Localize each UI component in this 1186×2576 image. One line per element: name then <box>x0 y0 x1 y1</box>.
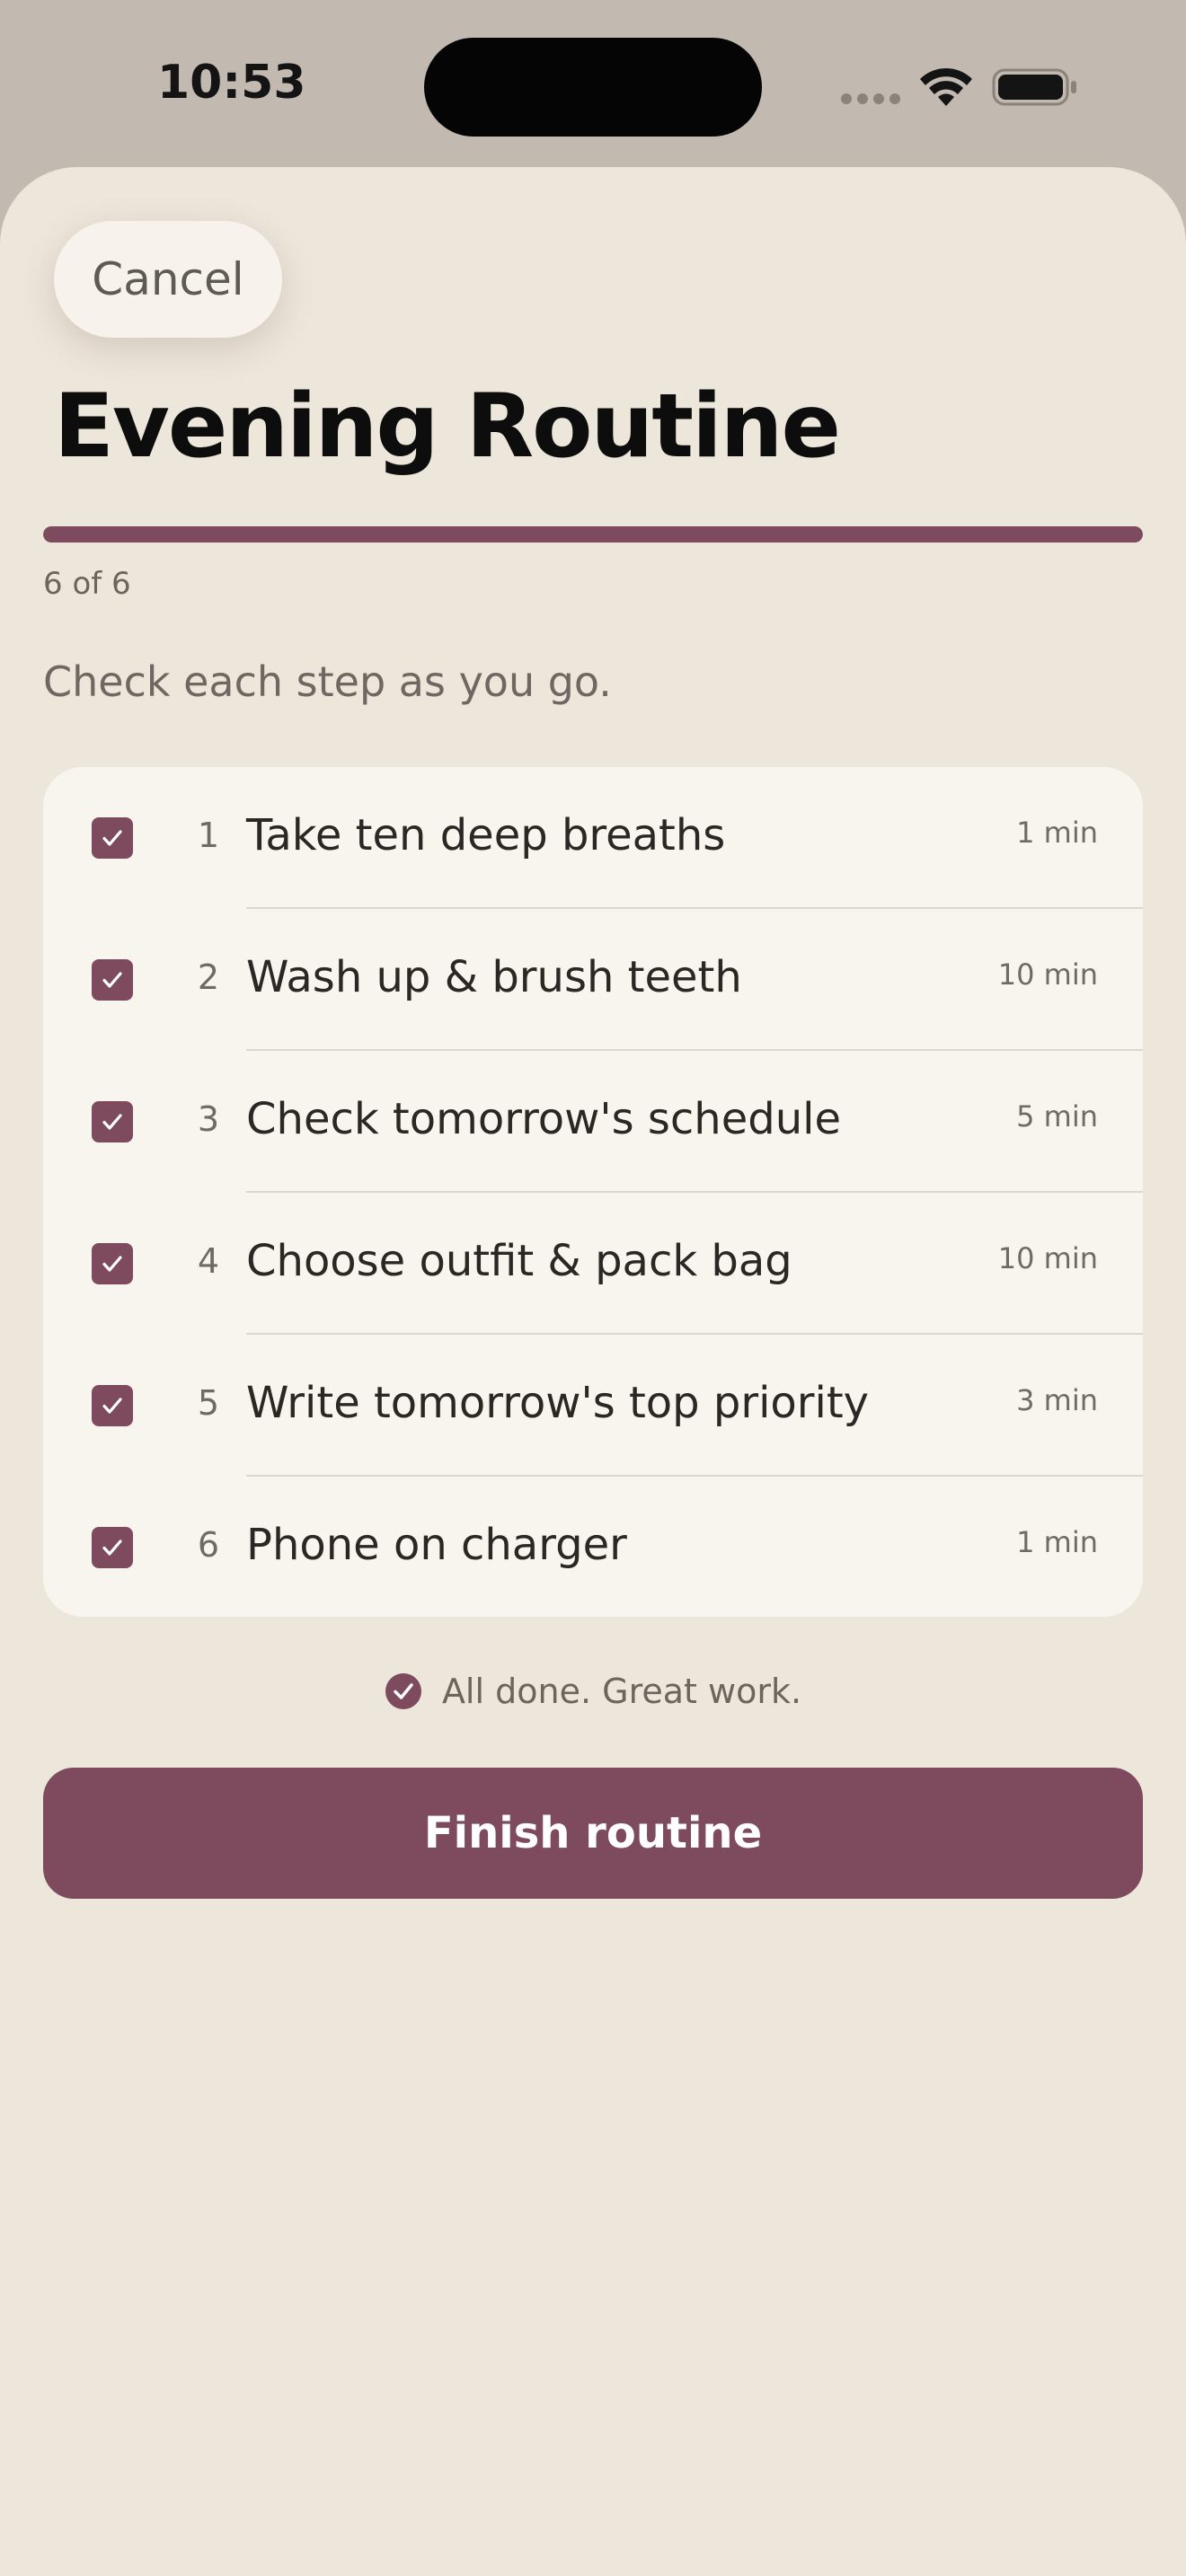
progress-bar-fill <box>43 526 1143 543</box>
step-label: Write tomorrow's top priority <box>246 1378 870 1428</box>
step-row[interactable]: 2 Wash up & brush teeth 10 min <box>43 909 1143 1051</box>
page-title: Evening Routine <box>54 375 841 478</box>
checkmark-icon <box>102 1539 122 1556</box>
step-checkbox[interactable] <box>92 1243 133 1284</box>
wifi-icon <box>920 67 972 106</box>
step-number: 5 <box>197 1383 220 1423</box>
step-checkbox[interactable] <box>92 817 133 859</box>
checkmark-icon <box>102 1398 122 1414</box>
step-row[interactable]: 5 Write tomorrow's top priority 3 min <box>43 1335 1143 1477</box>
step-list: 1 Take ten deep breaths 1 min 2 Wash up & br… <box>43 767 1143 1617</box>
step-number: 4 <box>197 1241 220 1281</box>
status-bar: 10:53 <box>0 0 1186 167</box>
step-duration: 3 min <box>1016 1383 1098 1417</box>
step-duration: 10 min <box>997 1241 1098 1275</box>
status-time: 10:53 <box>157 56 306 110</box>
step-number: 3 <box>197 1099 220 1139</box>
step-number: 2 <box>197 957 220 997</box>
checkmark-icon <box>102 1256 122 1272</box>
completion-message: All done. Great work. <box>0 1669 1186 1714</box>
battery-icon <box>992 68 1076 106</box>
cancel-button[interactable]: Cancel <box>54 221 282 338</box>
step-checkbox[interactable] <box>92 959 133 1001</box>
checkmark-icon <box>102 1114 122 1130</box>
step-checkbox[interactable] <box>92 1101 133 1142</box>
step-checkbox[interactable] <box>92 1527 133 1568</box>
instruction-text: Check each step as you go. <box>43 657 612 706</box>
step-label: Phone on charger <box>246 1520 627 1570</box>
step-label: Check tomorrow's schedule <box>246 1094 841 1144</box>
progress-count: 6 of 6 <box>43 566 131 602</box>
step-duration: 1 min <box>1016 1525 1098 1559</box>
step-label: Choose outfit & pack bag <box>246 1236 792 1286</box>
step-label: Wash up & brush teeth <box>246 952 742 1002</box>
checkmark-icon <box>102 972 122 988</box>
step-number: 6 <box>197 1525 220 1565</box>
step-number: 1 <box>197 816 220 855</box>
step-duration: 10 min <box>997 957 1098 992</box>
step-duration: 5 min <box>1016 1099 1098 1134</box>
check-circle-icon <box>385 1673 421 1709</box>
step-duration: 1 min <box>1016 816 1098 850</box>
dynamic-island <box>424 38 762 137</box>
routine-sheet: Cancel Evening Routine 6 of 6 Check each… <box>0 167 1186 2576</box>
progress-bar <box>43 526 1143 543</box>
step-row[interactable]: 4 Choose outfit & pack bag 10 min <box>43 1193 1143 1335</box>
cellular-signal-icon <box>841 93 900 104</box>
step-checkbox[interactable] <box>92 1385 133 1426</box>
completion-text: All done. Great work. <box>441 1672 802 1711</box>
step-row[interactable]: 1 Take ten deep breaths 1 min <box>43 767 1143 909</box>
finish-routine-button[interactable]: Finish routine <box>43 1768 1143 1899</box>
step-label: Take ten deep breaths <box>246 810 726 860</box>
step-row[interactable]: 3 Check tomorrow's schedule 5 min <box>43 1051 1143 1193</box>
step-row[interactable]: 6 Phone on charger 1 min <box>43 1477 1143 1617</box>
checkmark-icon <box>102 830 122 846</box>
